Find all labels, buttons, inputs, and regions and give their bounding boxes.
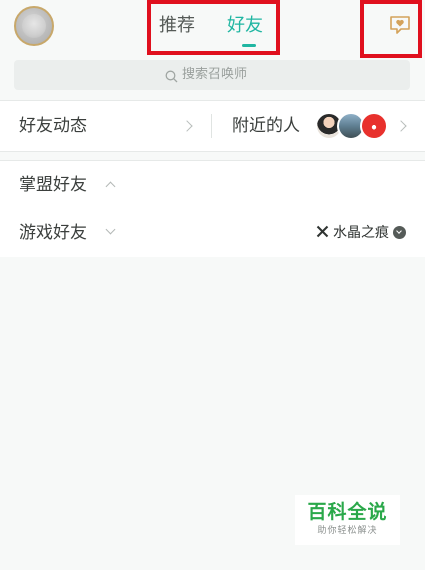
- search-placeholder: 搜索召唤师: [182, 67, 248, 82]
- crossed-swords-icon: [316, 225, 329, 238]
- nearby-people-label: 附近的人: [232, 116, 300, 136]
- friend-dynamics-button[interactable]: 好友动态: [0, 101, 210, 151]
- dropdown-icon: [393, 226, 406, 239]
- friend-dynamics-label: 好友动态: [19, 116, 87, 136]
- active-tab-indicator: [242, 44, 256, 47]
- group-game-friends[interactable]: 游戏好友 水晶之痕: [0, 209, 425, 258]
- nearby-avatar-3: [360, 112, 388, 140]
- group-league-friends-label: 掌盟好友: [19, 175, 87, 195]
- server-selector[interactable]: 水晶之痕: [316, 223, 406, 243]
- tab-friends[interactable]: 好友: [227, 14, 263, 38]
- message-button[interactable]: [360, 0, 422, 58]
- tab-bar: 推荐 好友: [147, 0, 280, 55]
- profile-avatar[interactable]: [14, 6, 54, 46]
- watermark-title: 百科全说: [307, 501, 388, 523]
- watermark-subtitle: 助你轻松解决: [317, 526, 378, 536]
- search-icon: [165, 68, 178, 87]
- watermark: 百科全说 助你轻松解决: [295, 495, 400, 545]
- heart-message-icon: [389, 14, 411, 40]
- group-game-friends-label: 游戏好友: [19, 223, 87, 243]
- nearby-people-button[interactable]: 附近的人: [212, 101, 425, 151]
- chevron-down-icon: [105, 224, 116, 235]
- search-input[interactable]: 搜索召唤师: [14, 60, 410, 90]
- chevron-right-icon: [395, 120, 407, 132]
- server-name: 水晶之痕: [333, 225, 389, 241]
- group-league-friends[interactable]: 掌盟好友: [0, 160, 425, 210]
- tab-recommend[interactable]: 推荐: [159, 14, 195, 38]
- friends-row: 好友动态 附近的人: [0, 100, 425, 152]
- chevron-up-icon: [105, 181, 116, 192]
- chevron-right-icon: [181, 120, 193, 132]
